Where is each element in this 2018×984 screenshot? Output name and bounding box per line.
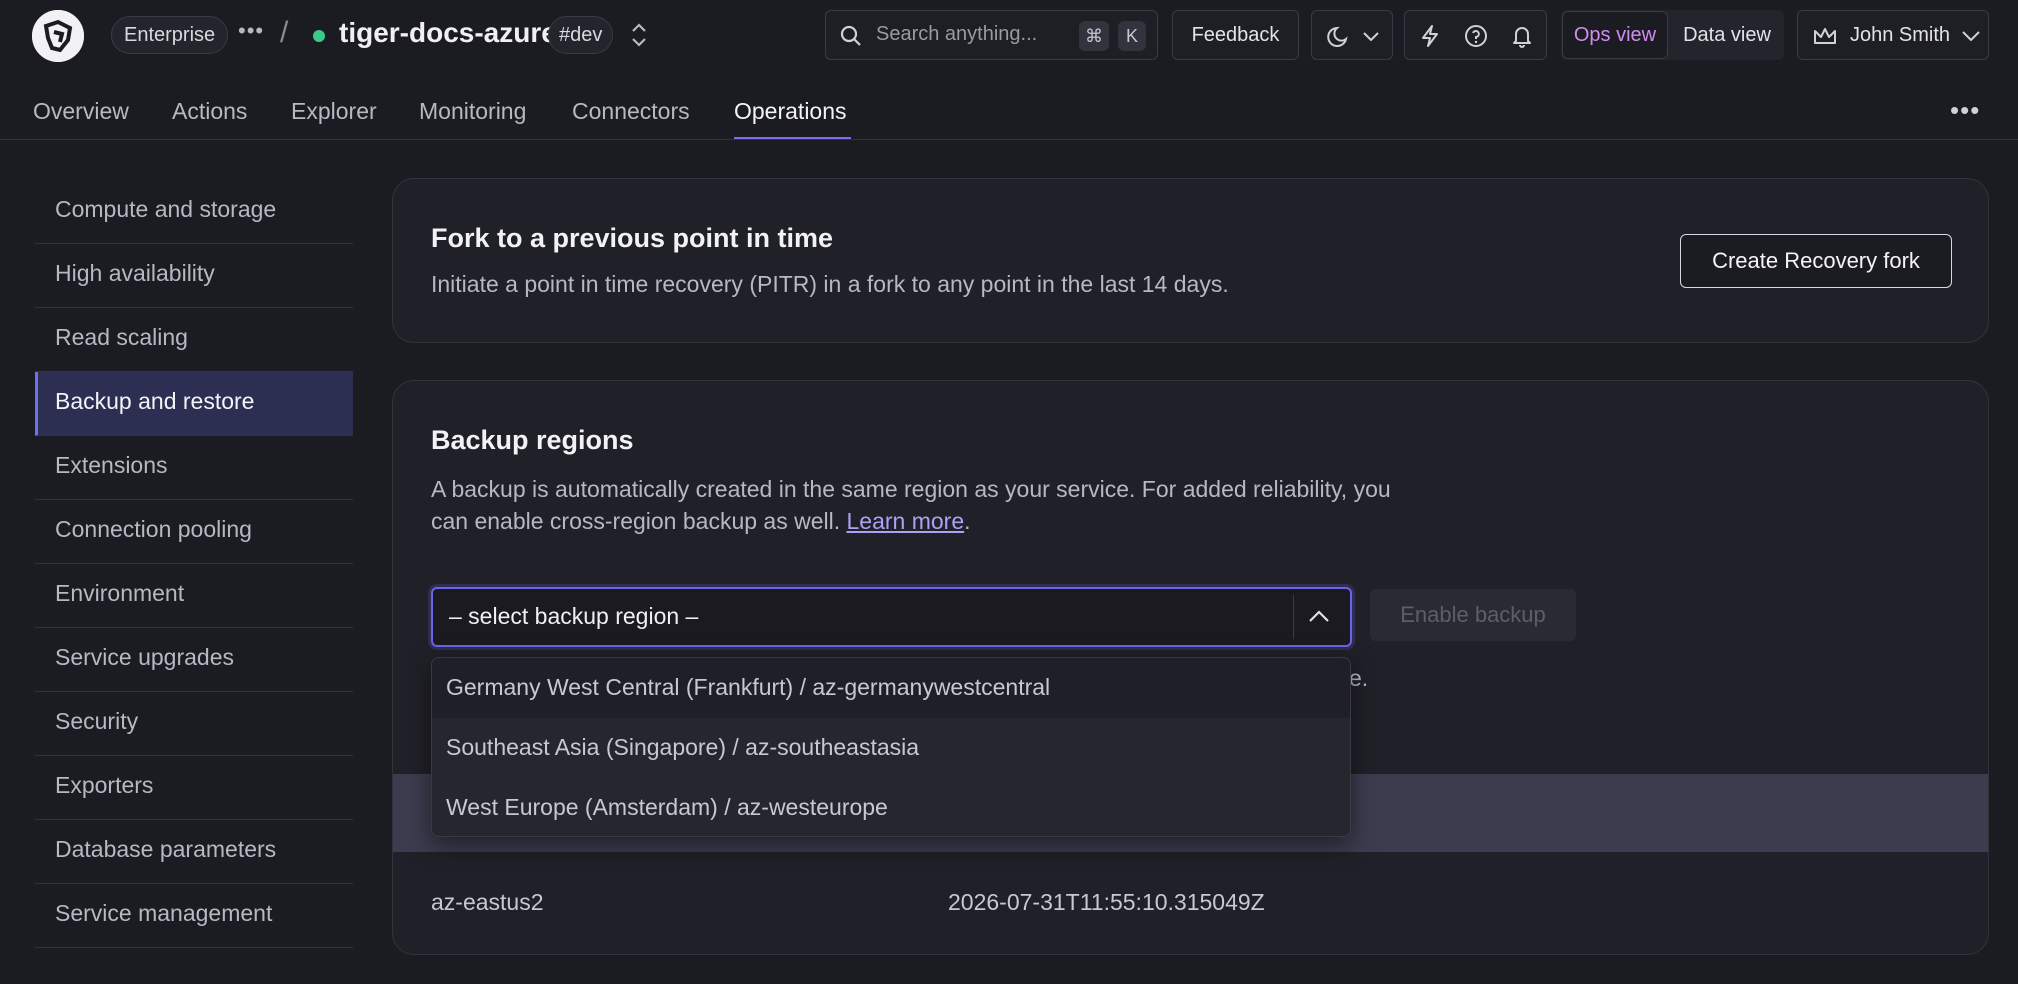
select-divider	[1293, 595, 1294, 639]
user-name: John Smith	[1850, 24, 1951, 46]
crown-icon	[1814, 28, 1836, 44]
more-options-icon[interactable]: •••	[1950, 95, 1980, 126]
status-dot-icon	[313, 30, 325, 42]
create-recovery-fork-button[interactable]: Create Recovery fork	[1680, 234, 1952, 288]
fork-card: Fork to a previous point in time Initiat…	[392, 178, 1989, 343]
sidebar-item-environment[interactable]: Environment	[35, 564, 353, 628]
obscured-text: e.	[1349, 665, 1369, 691]
search-input[interactable]: Search anything... ⌘ K	[825, 10, 1158, 60]
sidebar-item-read-scaling[interactable]: Read scaling	[35, 308, 353, 372]
search-icon	[840, 25, 861, 46]
sidebar-item-extensions[interactable]: Extensions	[35, 436, 353, 500]
tab-explorer[interactable]: Explorer	[291, 98, 377, 125]
user-menu-button[interactable]: John Smith	[1797, 10, 1989, 60]
service-switcher-icon[interactable]	[626, 20, 652, 50]
more-menu-icon[interactable]: •••	[238, 18, 264, 44]
chevron-down-icon	[1363, 32, 1379, 42]
dropdown-option-west-europe[interactable]: West Europe (Amsterdam) / az-westeurope	[432, 778, 1350, 836]
learn-more-link[interactable]: Learn more	[847, 508, 965, 534]
sidebar-item-compute-and-storage[interactable]: Compute and storage	[35, 180, 353, 244]
description-end: .	[964, 508, 971, 534]
view-toggle: Ops view Data view	[1561, 10, 1784, 60]
plan-badge: Enterprise	[111, 16, 229, 54]
table-cell-region: az-eastus2	[431, 889, 544, 915]
select-value: – select backup region –	[449, 603, 699, 629]
tab-connectors[interactable]: Connectors	[572, 98, 690, 125]
tab-overview[interactable]: Overview	[33, 98, 129, 125]
sidebar-item-backup-and-restore[interactable]: Backup and restore	[35, 372, 353, 436]
chevron-up-icon	[1309, 610, 1329, 622]
moon-icon	[1327, 26, 1348, 47]
active-tab-indicator	[734, 137, 851, 139]
service-name[interactable]: tiger-docs-azure	[339, 17, 557, 49]
backup-card-title: Backup regions	[431, 425, 634, 455]
enable-backup-button[interactable]: Enable backup	[1370, 589, 1576, 641]
table-cell-timestamp: 2026-07-31T11:55:10.315049Z	[948, 889, 1265, 915]
lightning-icon[interactable]	[1417, 23, 1443, 49]
sidebar-item-high-availability[interactable]: High availability	[35, 244, 353, 308]
bell-icon[interactable]	[1509, 23, 1535, 49]
sidebar-item-security[interactable]: Security	[35, 692, 353, 756]
sidebar-item-service-management[interactable]: Service management	[35, 884, 353, 948]
ops-view-button[interactable]: Ops view	[1562, 11, 1668, 59]
search-placeholder: Search anything...	[876, 23, 1038, 45]
feedback-button[interactable]: Feedback	[1172, 10, 1299, 60]
backup-region-select[interactable]: – select backup region –	[431, 587, 1352, 647]
sidebar-item-exporters[interactable]: Exporters	[35, 756, 353, 820]
chevron-down-icon	[1962, 31, 1980, 42]
theme-toggle-button[interactable]	[1311, 10, 1393, 60]
dropdown-option-germany-west-central[interactable]: Germany West Central (Frankfurt) / az-ge…	[432, 658, 1350, 718]
top-bar: Enterprise ••• / tiger-docs-azure #dev S…	[0, 0, 2018, 70]
help-icon[interactable]	[1463, 23, 1489, 49]
env-badge: #dev	[548, 16, 614, 54]
kbd-k: K	[1118, 21, 1146, 51]
tab-monitoring[interactable]: Monitoring	[419, 98, 526, 125]
sidebar-item-connection-pooling[interactable]: Connection pooling	[35, 500, 353, 564]
tab-operations[interactable]: Operations	[734, 98, 847, 125]
fork-card-description: Initiate a point in time recovery (PITR)…	[431, 271, 1229, 297]
header-icon-group	[1404, 10, 1547, 60]
region-dropdown-menu: Germany West Central (Frankfurt) / az-ge…	[431, 657, 1351, 837]
fork-card-title: Fork to a previous point in time	[431, 223, 834, 253]
sidebar-item-service-upgrades[interactable]: Service upgrades	[35, 628, 353, 692]
main-nav: Overview Actions Explorer Monitoring Con…	[0, 70, 2018, 140]
tiger-logo-icon[interactable]	[32, 10, 84, 62]
settings-sidebar: Compute and storage High availability Re…	[35, 180, 353, 948]
breadcrumb-separator: /	[280, 16, 289, 49]
kbd-cmd: ⌘	[1079, 21, 1109, 51]
backup-card-description: A backup is automatically created in the…	[431, 473, 1431, 537]
tab-actions[interactable]: Actions	[172, 98, 247, 125]
data-view-button[interactable]: Data view	[1671, 11, 1783, 59]
sidebar-item-database-parameters[interactable]: Database parameters	[35, 820, 353, 884]
dropdown-option-southeast-asia[interactable]: Southeast Asia (Singapore) / az-southeas…	[432, 718, 1350, 778]
